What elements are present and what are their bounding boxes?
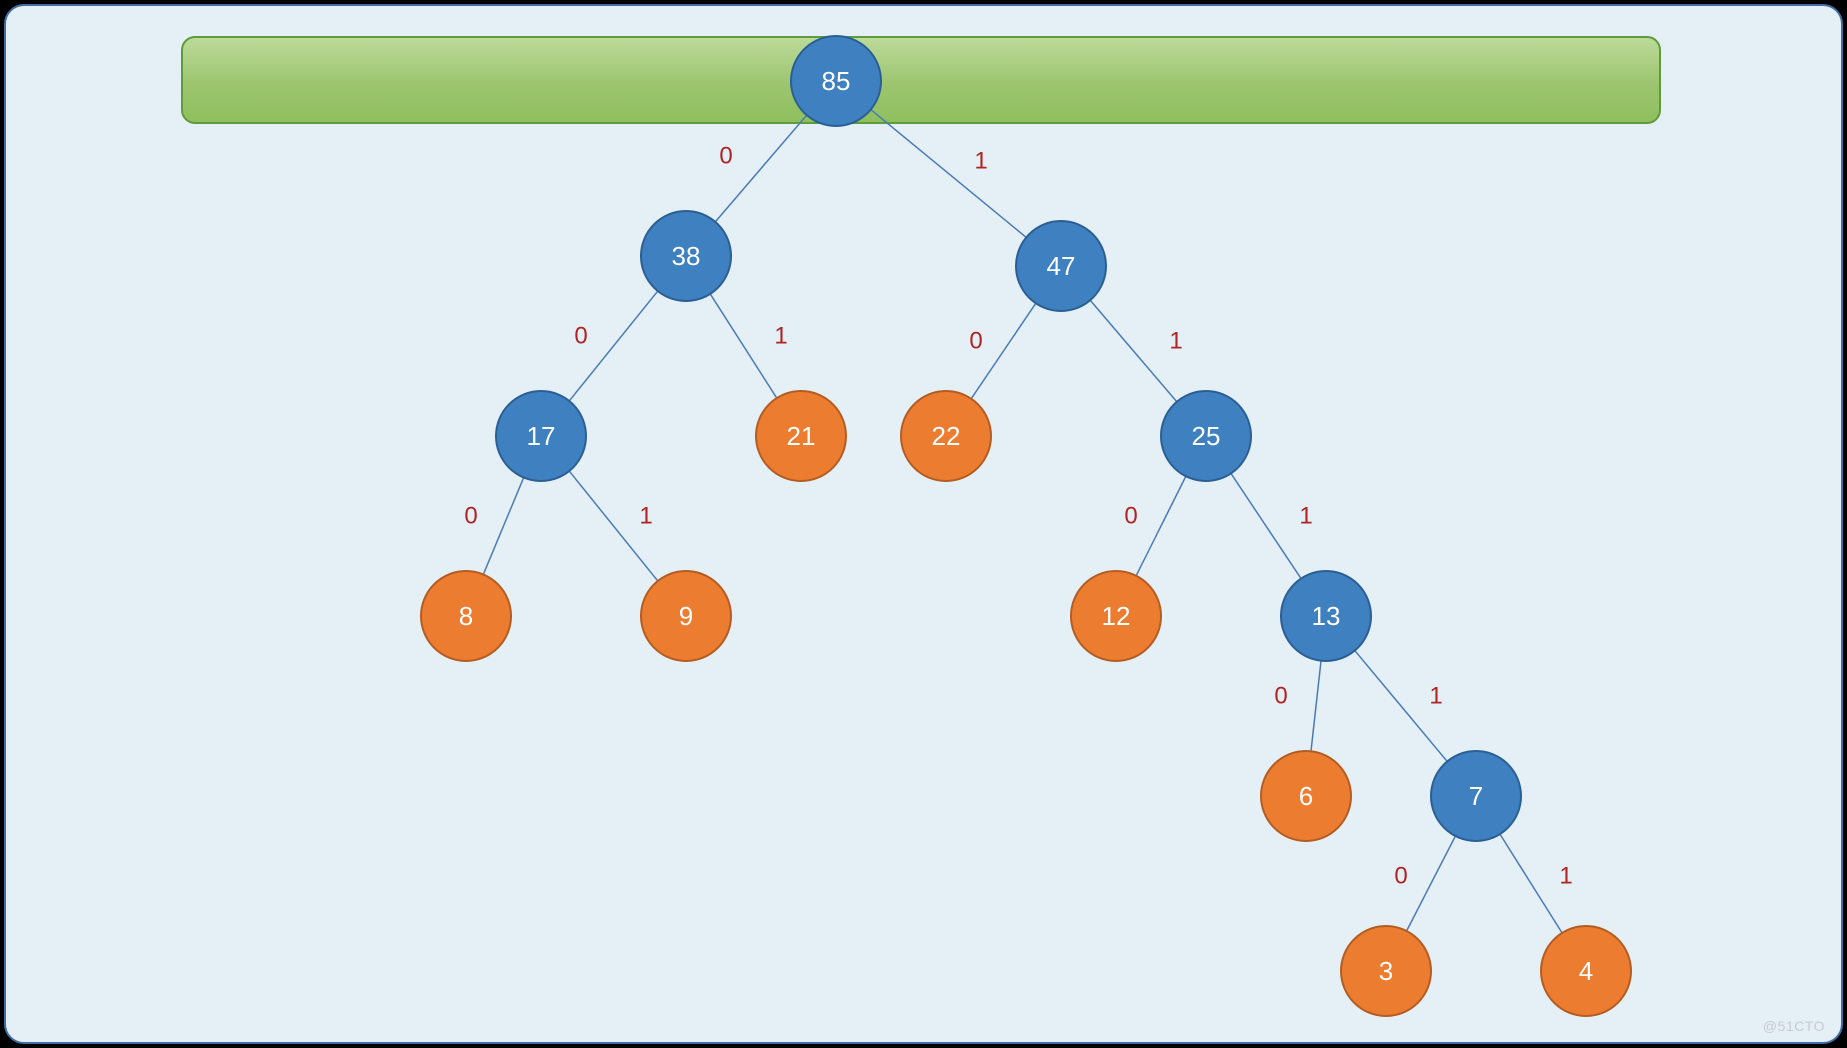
node-label: 4 [1579,956,1593,986]
tree-edge [1136,476,1186,576]
edge-label: 0 [719,143,732,170]
edge-label: 0 [1394,863,1407,890]
node-label: 7 [1469,781,1483,811]
nodes-layer: 85 38 47 17 21 22 25 8 9 12 13 6 7 3 4 [421,36,1631,1016]
tree-internal-node: 47 [1016,221,1106,311]
tree-leaf-node: 21 [756,391,846,481]
edge-label: 0 [969,328,982,355]
tree-internal-node: 25 [1161,391,1251,481]
tree-edge [871,110,1026,238]
edge-label: 1 [1429,683,1442,710]
node-label: 12 [1102,601,1131,631]
tree-leaf-node: 3 [1341,926,1431,1016]
edge-label: 0 [1274,683,1287,710]
node-label: 25 [1192,421,1221,451]
tree-edge [1231,473,1301,578]
node-label: 22 [932,421,961,451]
tree-internal-node: 17 [496,391,586,481]
edge-label: 1 [1299,503,1312,530]
tree-leaf-node: 22 [901,391,991,481]
edge-label: 1 [774,323,787,350]
node-label: 13 [1312,601,1341,631]
edge-label: 0 [1124,503,1137,530]
tree-edge [483,478,523,575]
tree-edge [710,294,777,398]
tree-leaf-node: 8 [421,571,511,661]
tree-edge [1500,834,1562,933]
watermark: @51CTO [1763,1018,1825,1034]
tree-leaf-node: 9 [641,571,731,661]
tree-internal-node: 38 [641,211,731,301]
tree-internal-node: 85 [791,36,881,126]
edge-label: 1 [1169,328,1182,355]
tree-edge [1311,661,1321,752]
node-label: 9 [679,601,693,631]
edge-label: 0 [574,323,587,350]
tree-edge [1407,836,1456,931]
edge-label: 1 [639,503,652,530]
edge-label: 0 [464,503,477,530]
tree-internal-node: 7 [1431,751,1521,841]
node-label: 6 [1299,781,1313,811]
tree-internal-node: 13 [1281,571,1371,661]
node-label: 47 [1047,251,1076,281]
node-label: 3 [1379,956,1393,986]
node-label: 17 [527,421,556,451]
tree-leaf-node: 12 [1071,571,1161,661]
node-label: 8 [459,601,473,631]
tree-leaf-node: 4 [1541,926,1631,1016]
tree-svg: 0 1 0 1 0 1 0 1 0 1 0 1 0 1 85 38 47 17 21 22 25 8 9 12 13 6 7 3 4 [6,6,1843,1044]
edge-label: 1 [974,148,987,175]
edge-label: 1 [1559,863,1572,890]
node-label: 21 [787,421,816,451]
node-label: 38 [672,241,701,271]
tree-leaf-node: 6 [1261,751,1351,841]
diagram-canvas: 01010101010101 853847172122258912136734 … [4,4,1843,1044]
node-label: 85 [822,66,851,96]
tree-edge [1090,300,1177,402]
